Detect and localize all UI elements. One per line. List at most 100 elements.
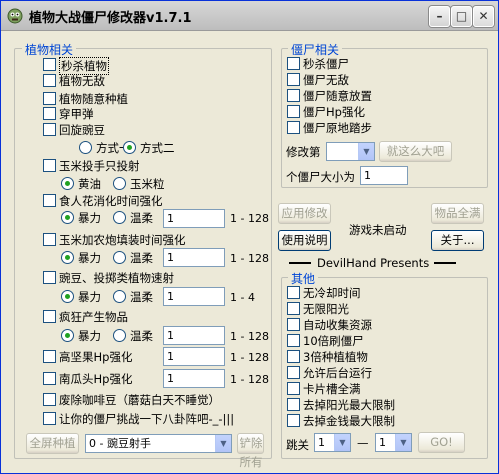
zombie-head-icon [7,8,23,24]
radio[interactable] [79,141,92,154]
checkbox-label: 秒杀僵尸 [303,57,349,71]
dropdown-arrow-icon[interactable]: ▼ [334,434,350,451]
rapid-value-input[interactable]: 1 [163,287,225,306]
credits-text: DevilHand Presents [317,256,430,270]
checkbox[interactable] [43,194,56,207]
zombie-size-input[interactable]: 1 [360,166,408,185]
checkbox[interactable] [287,105,300,118]
radio[interactable] [61,251,74,264]
minimize-icon: – [436,9,443,23]
close-button[interactable]: ✕ [473,6,494,27]
checkbox[interactable] [287,302,300,315]
checkbox[interactable] [287,414,300,427]
checkbox[interactable] [43,159,56,172]
dropdown-arrow-icon[interactable]: ▼ [358,143,374,160]
radio-label: 温柔 [130,251,153,265]
radio[interactable] [123,141,136,154]
level-dash: — [357,436,369,450]
checkbox-label: 僵尸随意放置 [303,89,372,103]
checkbox[interactable] [287,350,300,363]
dropdown-arrow-icon[interactable]: ▼ [215,435,231,452]
level-stage-select[interactable]: 1 ▼ [375,433,412,452]
maximize-button[interactable]: □ [451,6,472,27]
minimize-button[interactable]: – [429,6,450,27]
cob-value-input[interactable]: 1 [163,248,225,267]
radio[interactable] [113,177,126,190]
radio[interactable] [113,251,126,264]
help-button[interactable]: 使用说明 [278,230,331,251]
radio[interactable] [113,329,126,342]
checkbox[interactable] [287,366,300,379]
checkbox[interactable] [287,318,300,331]
fill-screen-button[interactable]: 全屏种植 [26,433,79,454]
produce-range: 1 - 128 [230,330,269,343]
checkbox[interactable] [43,58,56,71]
radio-label: 暴力 [78,251,101,265]
radio-label: 温柔 [130,290,153,304]
apply-button[interactable]: 应用修改 [278,203,331,224]
plant-select[interactable]: 0 - 豌豆射手 ▼ [85,434,232,453]
checkbox-label: 食人花消化时间强化 [59,194,163,208]
checkbox[interactable] [287,286,300,299]
checkbox[interactable] [43,393,56,406]
title-bar[interactable]: 植物大战僵尸修改器v1.7.1 – □ ✕ [1,1,498,31]
checkbox[interactable] [43,233,56,246]
checkbox[interactable] [43,92,56,105]
checkbox-label: 无限阳光 [303,302,349,316]
checkbox[interactable] [287,382,300,395]
checkbox[interactable] [287,73,300,86]
chomper-value-input[interactable]: 1 [163,209,225,228]
checkbox-label: 南瓜头Hp强化 [59,372,133,386]
tallnut-range: 1 - 128 [230,351,269,364]
plant-select-value: 0 - 豌豆射手 [89,437,151,450]
checkbox-label: 自动收集资源 [303,318,372,332]
divider-right [434,262,456,264]
about-button[interactable]: 关于... [431,230,484,251]
dropdown-arrow-icon[interactable]: ▼ [395,434,411,451]
checkbox[interactable] [287,57,300,70]
radio[interactable] [61,329,74,342]
checkbox[interactable] [43,123,56,136]
checkbox[interactable] [287,121,300,134]
radio-label: 温柔 [130,329,153,343]
checkbox[interactable] [43,271,56,284]
size-apply-button[interactable]: 就这么大吧 [379,141,452,162]
radio-label: 黄油 [78,177,101,191]
checkbox[interactable] [287,398,300,411]
divider-left [289,262,311,264]
main-window: 植物大战僵尸修改器v1.7.1 – □ ✕ 植物相关 秒杀植物 植物无敌 植物随… [0,0,499,474]
level-stage-value: 1 [379,436,386,449]
fill-items-button[interactable]: 物品全满 [431,203,484,224]
radio-label: 玉米粒 [130,177,165,191]
tallnut-value-input[interactable]: 1 [163,347,225,366]
checkbox[interactable] [43,350,56,363]
radio[interactable] [61,211,74,224]
radio[interactable] [61,290,74,303]
radio-label: 暴力 [78,329,101,343]
checkbox[interactable] [43,74,56,87]
checkbox[interactable] [287,89,300,102]
close-icon: ✕ [478,9,489,23]
pumpkin-value-input[interactable]: 1 [163,369,225,388]
level-world-select[interactable]: 1 ▼ [314,433,351,452]
remove-all-button[interactable]: 铲除所有 [237,433,264,469]
checkbox[interactable] [43,310,56,323]
checkbox-label: 废除咖啡豆（蘑菇白天不睡觉） [59,393,220,407]
produce-value-input[interactable]: 1 [163,326,225,345]
radio-label: 暴力 [78,211,101,225]
checkbox[interactable] [43,372,56,385]
checkbox-label: 玉米加农炮填装时间强化 [59,233,186,247]
go-button[interactable]: GO! [418,432,465,453]
plant-group-legend: 植物相关 [22,41,77,58]
checkbox[interactable] [43,412,56,425]
checkbox-label: 高坚果Hp强化 [59,350,133,364]
checkbox[interactable] [287,334,300,347]
radio-label: 温柔 [130,211,153,225]
zombie-index-select[interactable]: ▼ [326,142,375,161]
checkbox[interactable] [43,107,56,120]
radio[interactable] [113,211,126,224]
radio[interactable] [113,290,126,303]
checkbox-label: 无冷却时间 [303,286,361,300]
radio[interactable] [61,177,74,190]
radio-label: 暴力 [78,290,101,304]
